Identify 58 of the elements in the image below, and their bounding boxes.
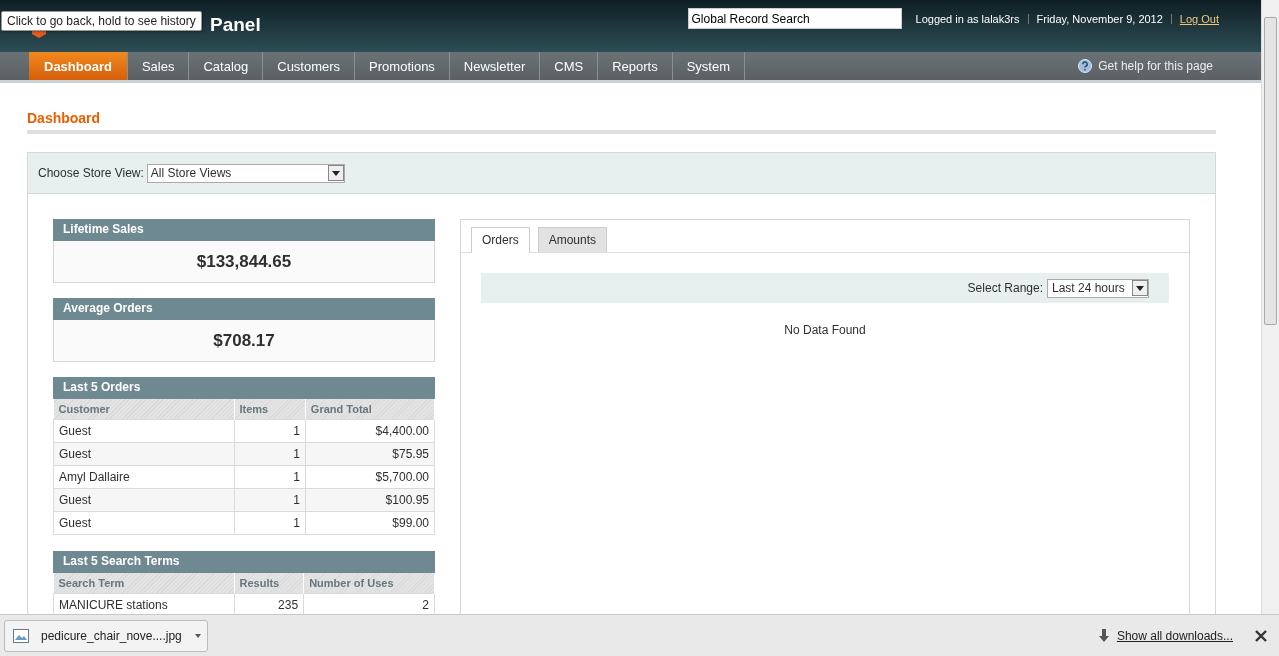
table-cell: 1 <box>234 511 306 535</box>
chart-tab[interactable]: Orders <box>471 227 530 253</box>
column-header[interactable]: Items <box>234 399 306 420</box>
range-label: Select Range: <box>967 281 1043 295</box>
stat-header: Average Orders <box>53 298 435 320</box>
nav-tab[interactable]: Catalog <box>189 52 264 80</box>
caret-icon[interactable] <box>195 633 201 638</box>
nav-tab[interactable]: System <box>672 52 746 80</box>
image-file-icon <box>13 628 29 643</box>
store-view-label: Choose Store View: <box>38 166 144 180</box>
nav-tab[interactable]: Sales <box>127 52 190 80</box>
stat-header: Lifetime Sales <box>53 219 435 241</box>
empty-message: No Data Found <box>783 323 867 337</box>
table-cell: $75.95 <box>305 442 435 466</box>
column-header[interactable]: Search Term <box>53 573 234 594</box>
nav-tab[interactable]: Promotions <box>355 52 450 80</box>
search-field[interactable]: Global Record Search <box>687 8 902 29</box>
file-name: pedicure_chair_nove....jpg <box>41 628 182 643</box>
stat-value: $708.17 <box>213 330 275 351</box>
column-header[interactable]: Grand Total <box>305 399 435 420</box>
close-icon[interactable] <box>1255 629 1267 642</box>
scrollbar-thumb[interactable] <box>1264 17 1277 325</box>
date-label: Friday, November 9, 2012 <box>1036 12 1163 25</box>
tooltip: Click to go back, hold to see history <box>1 11 202 31</box>
table-cell: 1 <box>234 465 306 489</box>
chart-tab[interactable]: Amounts <box>537 227 608 252</box>
logo-text: Panel <box>210 14 261 36</box>
show-all-downloads-link[interactable]: Show all downloads... <box>1116 628 1233 643</box>
nav-tab[interactable]: CMS <box>540 52 599 80</box>
column-header[interactable]: Number of Uses <box>303 573 435 594</box>
table-cell: Guest <box>53 442 234 466</box>
store-view-select[interactable]: All Store Views <box>146 163 345 183</box>
column-header[interactable]: Customer <box>53 399 234 420</box>
nav-tab[interactable]: Newsletter <box>449 52 541 80</box>
table-cell: $5,700.00 <box>305 465 435 489</box>
table-cell: $100.95 <box>305 488 435 512</box>
download-icon <box>1098 629 1109 642</box>
table-cell: $4,400.00 <box>305 419 435 443</box>
nav-tab[interactable]: Dashboard <box>29 52 128 80</box>
table-cell: Guest <box>53 488 234 512</box>
download-item[interactable]: pedicure_chair_nove....jpg <box>4 619 208 652</box>
table-cell: 1 <box>234 419 306 443</box>
stat-value: $133,844.65 <box>196 251 292 272</box>
help-icon[interactable] <box>1078 59 1093 73</box>
logout-link[interactable]: Log Out <box>1179 12 1219 25</box>
table-cell: Guest <box>53 511 234 535</box>
range-select[interactable]: Last 24 hours <box>1047 278 1149 298</box>
page-title: Dashboard <box>27 110 102 124</box>
user-label: Logged in as lalak3rs <box>915 12 1020 25</box>
grid-header: Last 5 Orders <box>53 377 435 399</box>
grid-header: Last 5 Search Terms <box>53 551 435 573</box>
table-cell: Guest <box>53 419 234 443</box>
nav-tab[interactable]: Customers <box>263 52 356 80</box>
nav-tab[interactable]: Reports <box>598 52 673 80</box>
column-header[interactable]: Results <box>234 573 304 594</box>
table-cell: Amyl Dallaire <box>53 465 234 489</box>
table-cell: $99.00 <box>305 511 435 535</box>
help-link[interactable]: Get help for this page <box>1098 59 1213 73</box>
